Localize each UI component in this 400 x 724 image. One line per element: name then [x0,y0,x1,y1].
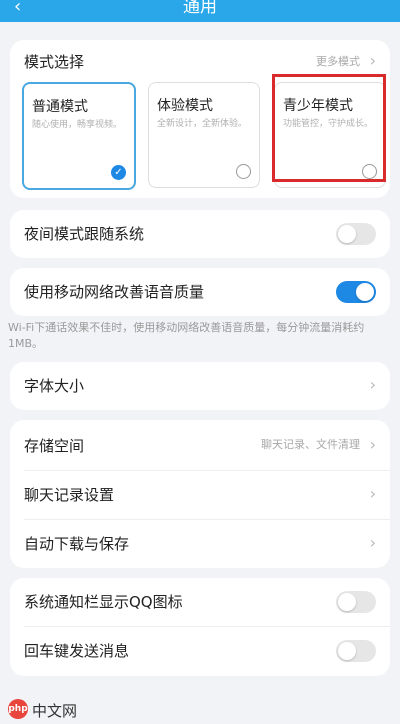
enter-send-toggle[interactable] [336,640,376,662]
mode-card-experience[interactable]: 体验模式 全新设计，全新体验。 [148,82,260,188]
php-logo-icon: php [8,699,28,719]
qq-icon-row[interactable]: 系统通知栏显示QQ图标 [10,578,390,626]
qq-icon-toggle[interactable] [336,591,376,613]
night-mode-card: 夜间模式跟随系统 [10,210,390,258]
chevron-right-icon: › [369,375,376,394]
toggle-knob [356,283,374,301]
font-size-card: 字体大小 › [10,362,390,410]
auto-download-label: 自动下载与保存 [24,535,130,553]
toggle-knob [338,642,356,660]
mobile-voice-row[interactable]: 使用移动网络改善语音质量 [10,268,390,316]
night-mode-label: 夜间模式跟随系统 [24,225,145,243]
qq-icon-label: 系统通知栏显示QQ图标 [24,593,183,611]
mode-title: 普通模式 [32,99,88,115]
enter-send-label: 回车键发送消息 [24,642,130,660]
chevron-right-icon[interactable]: › [370,51,376,71]
mode-section-title: 模式选择 [24,53,85,71]
check-icon[interactable]: ✓ [111,165,126,180]
toggle-knob [338,593,356,611]
radio-icon[interactable] [236,164,251,179]
title-bar: ‹ 通用 [0,0,400,22]
page-title: 通用 [183,0,217,17]
storage-label: 存储空间 [24,437,85,455]
storage-card: 存储空间 聊天记录、文件清理 › 聊天记录设置 › 自动下载与保存 › [10,420,390,568]
mobile-voice-label: 使用移动网络改善语音质量 [24,283,205,301]
chat-history-row[interactable]: 聊天记录设置 › [10,471,390,519]
toggle-knob [338,225,356,243]
font-size-label: 字体大小 [24,377,85,395]
storage-row[interactable]: 存储空间 聊天记录、文件清理 › [10,422,390,470]
mobile-voice-toggle[interactable] [336,281,376,303]
highlight-box [272,74,386,182]
more-modes-link[interactable]: 更多模式 [316,54,360,70]
chevron-right-icon: › [369,484,376,503]
notification-card: 系统通知栏显示QQ图标 回车键发送消息 [10,578,390,676]
chat-history-label: 聊天记录设置 [24,486,115,504]
storage-hint: 聊天记录、文件清理 [261,438,360,451]
night-mode-row[interactable]: 夜间模式跟随系统 [10,210,390,258]
enter-send-row[interactable]: 回车键发送消息 [10,627,390,675]
chevron-right-icon: › [369,533,376,552]
mobile-voice-note: Wi-Fi下通话效果不佳时，使用移动网络改善语音质量，每分钟流量消耗约1MB。 [8,321,365,350]
chevron-right-icon: › [369,435,376,454]
mode-card-normal[interactable]: 普通模式 随心使用，畅享视频。 ✓ [22,82,136,190]
mode-title: 体验模式 [157,98,213,114]
night-mode-toggle[interactable] [336,223,376,245]
watermark-text: 中文网 [32,702,78,720]
font-size-row[interactable]: 字体大小 › [10,362,390,410]
auto-download-row[interactable]: 自动下载与保存 › [10,520,390,568]
mode-desc: 随心使用，畅享视频。 [32,120,123,130]
mode-desc: 全新设计，全新体验。 [157,119,248,129]
mobile-voice-card: 使用移动网络改善语音质量 [10,268,390,316]
